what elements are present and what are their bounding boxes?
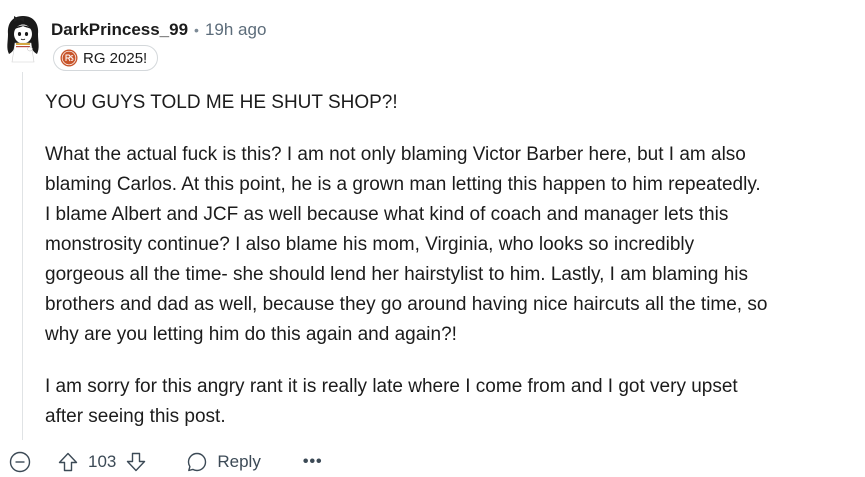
- comment-header: DarkPrincess_99 • 19h ago: [51, 18, 266, 42]
- more-options-button[interactable]: •••: [303, 454, 323, 470]
- flair-label: RG 2025!: [83, 49, 148, 67]
- vote-controls: 103: [56, 450, 148, 474]
- reply-label: Reply: [217, 452, 261, 471]
- comment-paragraph: What the actual fuck is this? I am not o…: [45, 144, 768, 345]
- comment-actions: 103 Reply •••: [8, 448, 323, 476]
- downvote-arrow-icon: [127, 452, 146, 472]
- vote-score: 103: [88, 452, 117, 471]
- downvote-button[interactable]: [124, 450, 148, 474]
- user-flair: RG 2025!: [53, 45, 159, 71]
- upvote-arrow-icon: [58, 452, 78, 472]
- separator-dot: •: [194, 22, 199, 38]
- collapse-button[interactable]: [8, 450, 32, 474]
- speech-bubble-icon: [188, 452, 207, 472]
- reply-button[interactable]: Reply: [186, 451, 261, 473]
- comment-paragraph: I am sorry for this angry rant it is rea…: [45, 376, 738, 427]
- timestamp[interactable]: 19h ago: [205, 20, 266, 40]
- username[interactable]: DarkPrincess_99: [51, 20, 188, 40]
- upvote-button[interactable]: [56, 450, 80, 474]
- tournament-logo-icon: [60, 49, 78, 67]
- thread-line[interactable]: [22, 72, 23, 440]
- avatar[interactable]: [4, 12, 42, 64]
- comment-paragraph: YOU GUYS TOLD ME HE SHUT SHOP?!: [45, 92, 398, 113]
- comment: DarkPrincess_99 • 19h ago RG 2025! YOU G…: [0, 0, 865, 477]
- minus-circle-icon: [9, 451, 31, 473]
